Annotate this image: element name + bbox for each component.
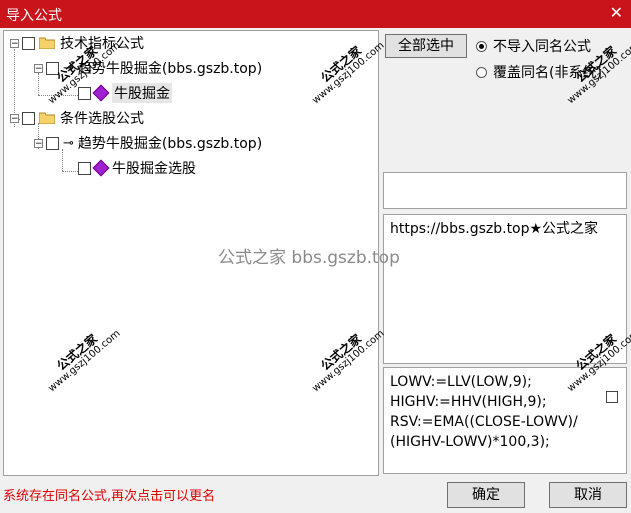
tree-node-label: 条件选股公式 [60,111,144,127]
key-icon: ⊸ [63,60,74,76]
tree-node-label: 趋势牛股掘金(bbs.gszb.top) [77,61,263,77]
name-field[interactable] [383,172,627,209]
close-icon[interactable]: ✕ [610,3,623,22]
formula-gem-icon [92,159,110,177]
radio-selected-icon[interactable] [476,40,487,52]
node-checkbox[interactable] [46,136,59,150]
formula-tree[interactable]: − 技术指标公式 − ⊸ 趋势牛股掘金(bbs.gszb.top) 牛股掘金 −… [3,30,379,476]
tree-connector [62,171,78,172]
info-textarea[interactable]: https://bbs.gszb.top★公式之家 [383,214,627,364]
tree-node-indicator-formulas[interactable]: − 技术指标公式 [10,33,144,53]
option-label: 不导入同名公式 [493,39,591,55]
select-all-button[interactable]: 全部选中 [385,34,467,58]
tree-node-trend-formula[interactable]: − ⊸ 趋势牛股掘金(bbs.gszb.top) [34,58,262,78]
tree-connector [38,95,78,96]
collapse-icon[interactable]: − [34,63,43,73]
option-label: 覆盖同名(非系统) [493,65,602,81]
node-checkbox[interactable] [78,161,91,175]
status-message: 系统存在同名公式,再次点击可以更名 [3,489,216,504]
formula-checkbox[interactable] [606,391,618,403]
window-title: 导入公式 [6,8,62,24]
title-bar: 导入公式 ✕ [0,0,631,28]
cancel-button[interactable]: 取消 [549,482,627,508]
option-overwrite-same-name[interactable]: 覆盖同名(非系统) [476,62,602,82]
formula-gem-icon [92,84,110,102]
option-no-import-same-name[interactable]: 不导入同名公式 [476,36,591,56]
radio-unselected-icon[interactable] [476,66,487,78]
key-icon: ⊸ [63,135,74,151]
tree-node-trend-selection[interactable]: − ⊸ 趋势牛股掘金(bbs.gszb.top) [34,133,262,153]
tree-node-bull-stock[interactable]: 牛股掘金 [78,83,172,103]
tree-node-label: 牛股掘金 [112,83,172,103]
folder-icon [39,37,55,49]
node-checkbox[interactable] [46,61,59,75]
node-checkbox[interactable] [78,86,91,100]
collapse-icon[interactable]: − [10,113,19,123]
node-checkbox[interactable] [22,36,35,50]
tree-node-label: 趋势牛股掘金(bbs.gszb.top) [77,136,263,152]
collapse-icon[interactable]: − [34,138,43,148]
formula-preview[interactable]: LOWV:=LLV(LOW,9); HIGHV:=HHV(HIGH,9); RS… [383,367,627,474]
folder-icon [39,112,55,124]
collapse-icon[interactable]: − [10,38,19,48]
tree-node-label: 牛股掘金选股 [112,161,196,177]
node-checkbox[interactable] [22,111,35,125]
ok-button[interactable]: 确定 [447,482,525,508]
tree-node-label: 技术指标公式 [60,36,144,52]
tree-node-bull-stock-selection[interactable]: 牛股掘金选股 [78,158,196,178]
tree-node-selection-formulas[interactable]: − 条件选股公式 [10,108,144,128]
